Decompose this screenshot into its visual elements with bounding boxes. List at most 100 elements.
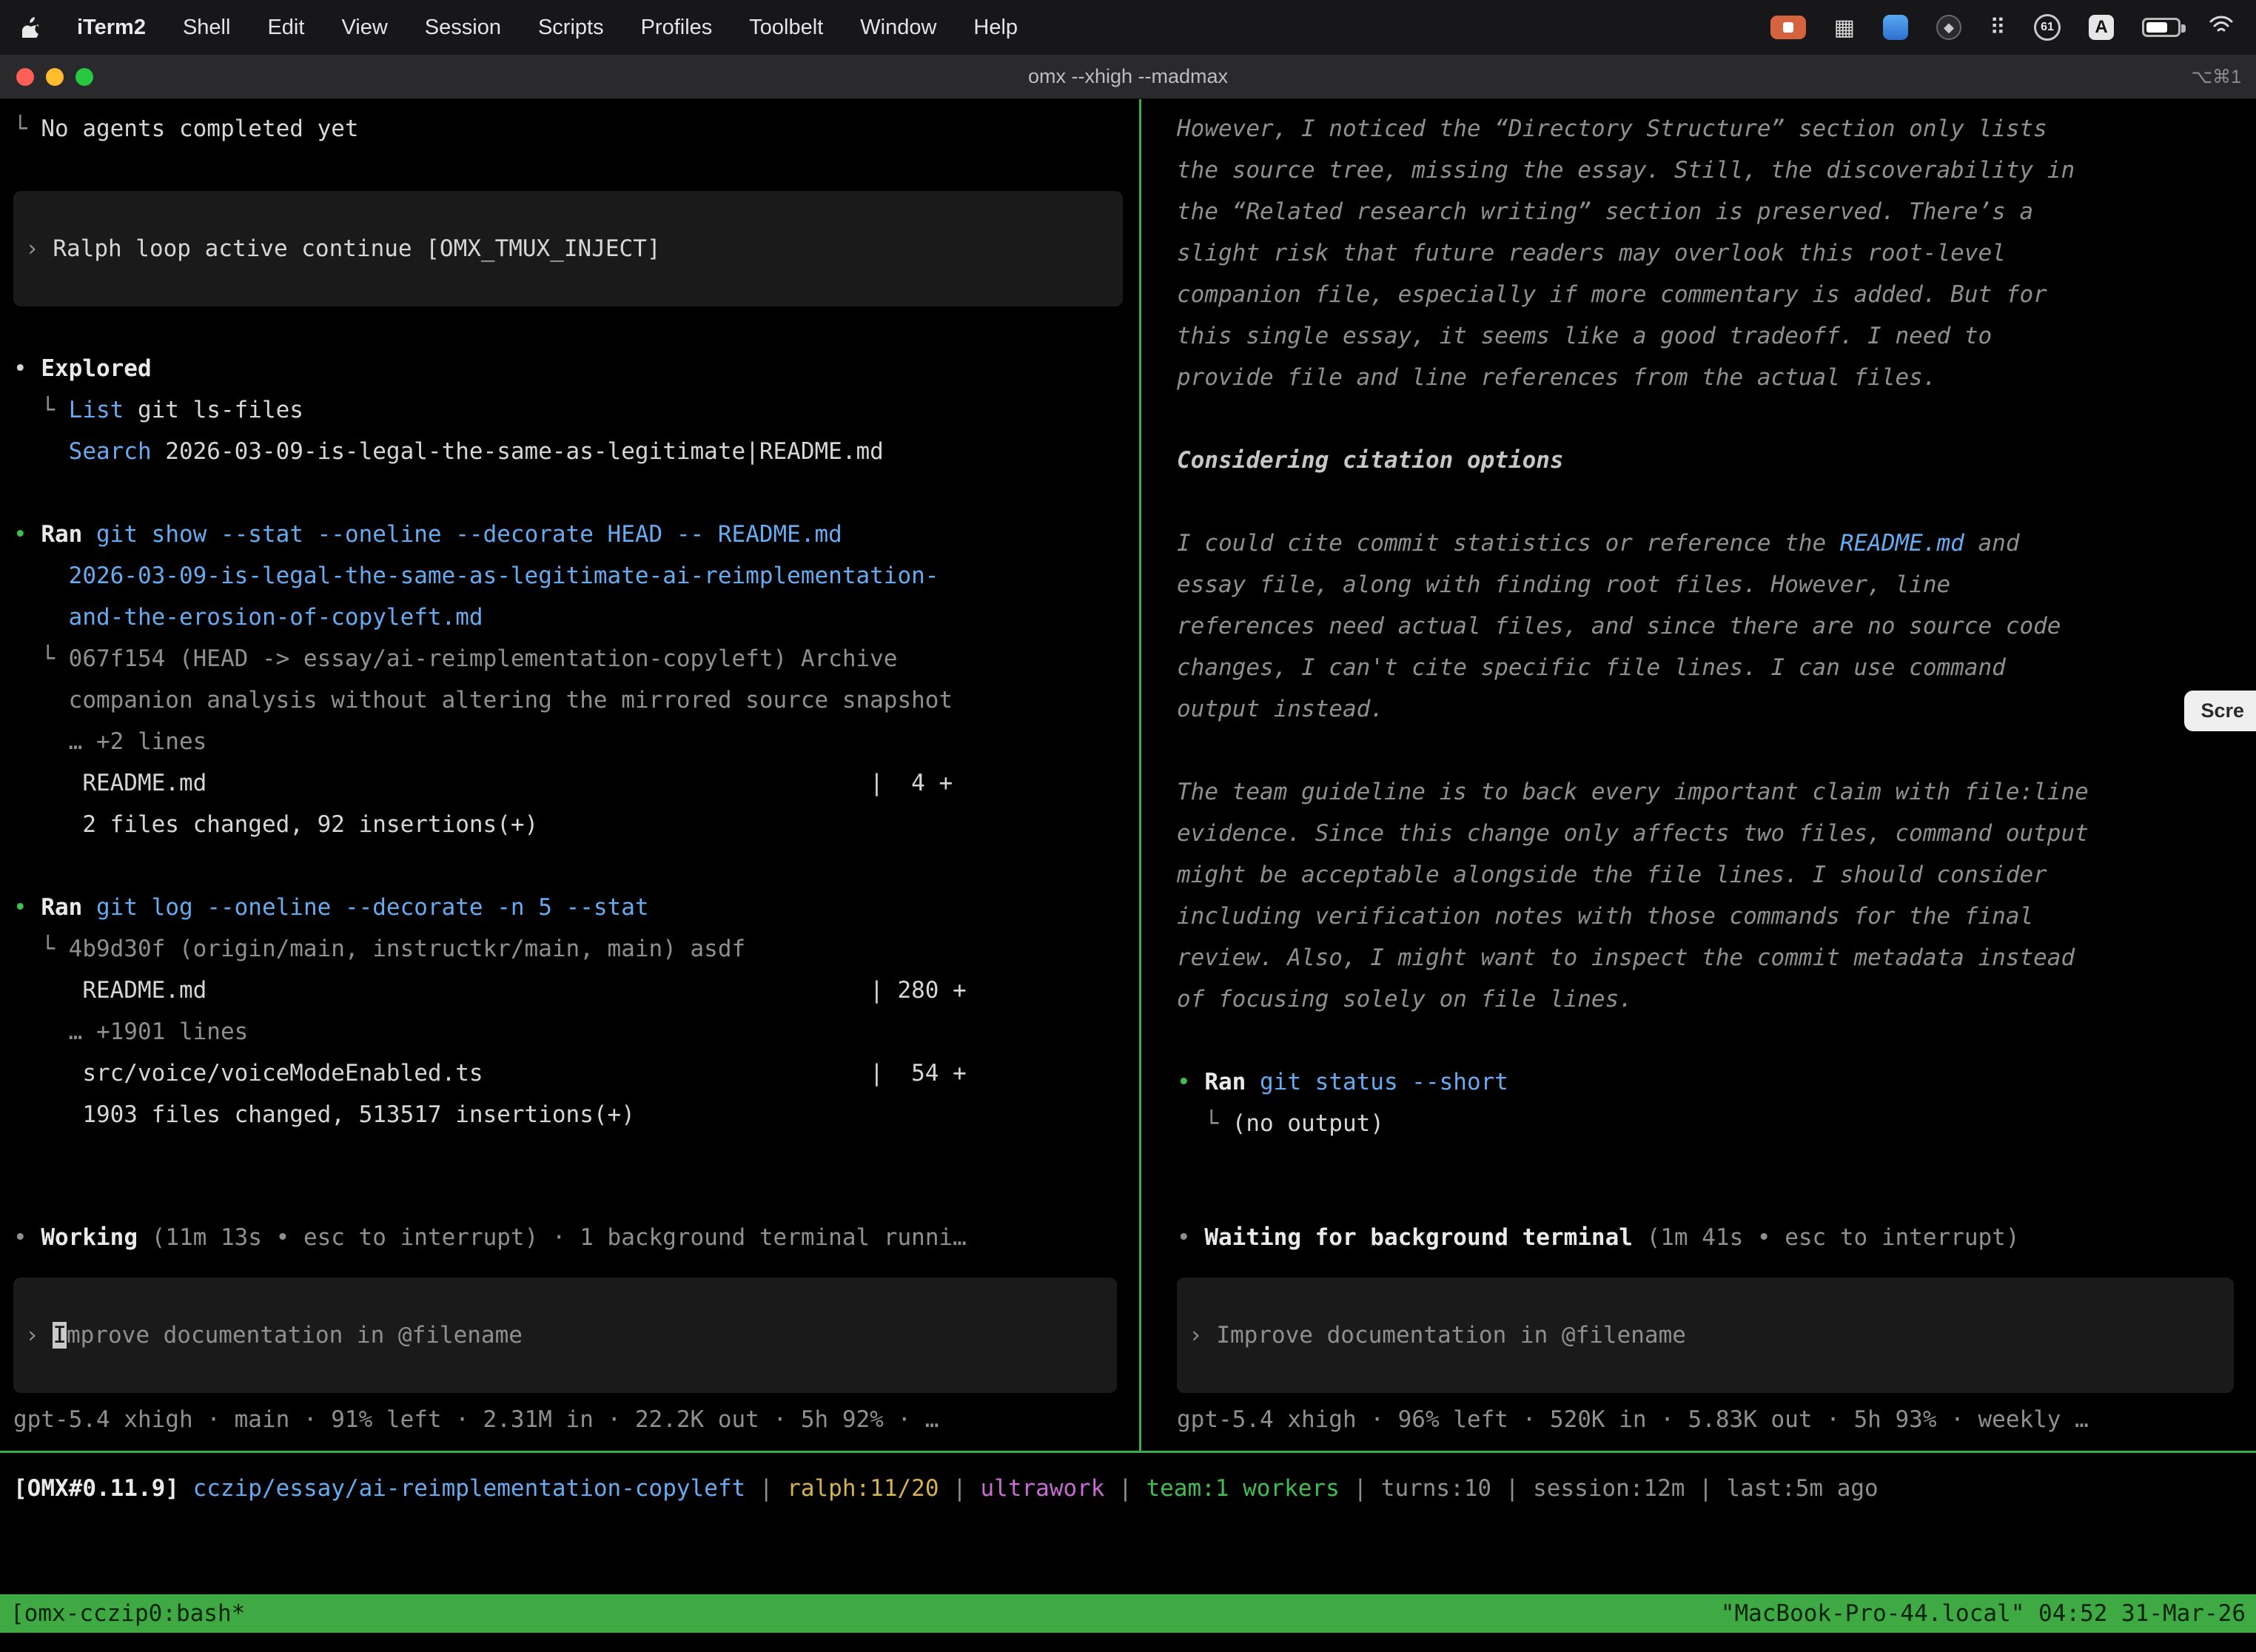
text-segment — [82, 521, 96, 548]
text-segment: changes, I can't cite specific file line… — [1177, 654, 2006, 681]
text-segment: • — [1177, 1224, 1204, 1251]
apple-menu-icon[interactable] — [22, 17, 40, 38]
menu-item-help[interactable]: Help — [973, 16, 1018, 40]
terminal-line: including verification notes with those … — [1177, 896, 2253, 937]
terminal-line: the source tree, missing the essay. Stil… — [1177, 150, 2253, 191]
terminal-line: essay file, along with finding root file… — [1177, 564, 2253, 605]
text-segment: └ — [13, 645, 69, 672]
text-segment: README.md — [1840, 530, 1964, 557]
ralph-loop-banner: › Ralph loop active continue [OMX_TMUX_I… — [13, 191, 1123, 306]
wifi-icon[interactable] — [2209, 15, 2234, 40]
battery-percent-icon[interactable]: 61 — [2034, 14, 2061, 41]
text-segment: [OMX#0.11.9] — [13, 1475, 193, 1502]
shortcuts-icon[interactable]: ◆ — [1936, 15, 1961, 40]
text-segment: 2026-03-09-is-legal-the-same-as-legitima… — [69, 563, 939, 589]
terminal-line: README.md | 280 + — [13, 970, 1136, 1011]
text-segment: essay file, along with finding root file… — [1177, 571, 1950, 598]
text-segment — [82, 894, 96, 921]
right-prompt-input[interactable]: › Improve documentation in @filename — [1177, 1277, 2234, 1393]
terminal-line: 2 files changed, 92 insertions(+) — [13, 804, 1136, 845]
terminal-line: companion file, especially if more comme… — [1177, 274, 2253, 315]
text-segment: › — [25, 1322, 53, 1349]
screen-share-button[interactable]: Scre — [2184, 691, 2256, 731]
text-segment: Ran — [1204, 1069, 1246, 1095]
text-segment: git show --stat --oneline --decorate HEA… — [96, 521, 842, 548]
terminal-line: … +2 lines — [13, 721, 1136, 762]
window-title-bar: omx --xhigh --madmax ⌥⌘1 — [0, 55, 2256, 99]
text-segment: Wor — [41, 1224, 82, 1251]
stop-square-icon — [1783, 22, 1793, 33]
text-segment: ting for background terminal — [1246, 1224, 1633, 1251]
menu-item-toolbelt[interactable]: Toolbelt — [749, 16, 823, 40]
menu-item-window[interactable]: Window — [860, 16, 936, 40]
text-segment: (11m 13s • esc to interrupt) · 1 backgro… — [152, 1224, 967, 1251]
raycast-icon[interactable] — [1883, 15, 1908, 40]
text-segment: | — [1491, 1475, 1533, 1502]
traffic-lights — [16, 68, 93, 86]
text-segment: The team guideline is to back every impo… — [1177, 779, 2089, 805]
text-segment: the “Related research writing” section i… — [1177, 198, 2033, 225]
text-segment: (no output) — [1232, 1110, 1384, 1137]
left-working-row: • Working (11m 13s • esc to interrupt) ·… — [13, 1217, 1136, 1258]
text-segment: output instead. — [1177, 696, 1384, 722]
text-segment: references need actual files, and since … — [1177, 613, 2061, 639]
menu-item-scripts[interactable]: Scripts — [538, 16, 604, 40]
text-segment: team:1 workers — [1146, 1475, 1339, 1502]
text-segment: gpt-5.4 xhigh · main · 91% left · 2.31M … — [13, 1406, 939, 1433]
passwords-grid-icon[interactable]: ▦ — [1834, 15, 1855, 41]
text-segment: README.md | 4 + — [13, 770, 953, 796]
left-prompt-input[interactable]: › Improve documentation in @filename — [13, 1277, 1117, 1393]
zoom-button[interactable] — [75, 68, 93, 86]
text-segment — [13, 604, 69, 631]
terminal-line: provide file and line references from th… — [1177, 357, 2253, 398]
text-segment: and — [1964, 530, 2020, 557]
text-segment: Ran — [41, 521, 82, 548]
text-segment: session:12m — [1533, 1475, 1685, 1502]
text-segment: turns:10 — [1381, 1475, 1491, 1502]
terminal-line: output instead. — [1177, 688, 2253, 730]
text-segment: git log --oneline --decorate -n 5 --stat — [96, 894, 649, 921]
terminal-line: • Explored — [13, 348, 1136, 389]
terminal-line — [13, 472, 1136, 514]
terminal-line: The team guideline is to back every impo… — [1177, 771, 2253, 813]
text-segment — [1633, 1224, 1647, 1251]
text-segment: provide file and line references from th… — [1177, 364, 1937, 391]
menu-item-profiles[interactable]: Profiles — [641, 16, 713, 40]
terminal-line — [13, 150, 1136, 191]
terminal-line: 1903 files changed, 513517 insertions(+) — [13, 1094, 1136, 1135]
screen-recording-stop-icon[interactable] — [1770, 16, 1806, 39]
terminal-line: might be acceptable alongside the file l… — [1177, 854, 2253, 896]
screen: iTerm2 Shell Edit View Session Scripts P… — [0, 0, 2256, 1652]
text-segment: List — [69, 397, 124, 423]
terminal-line — [13, 845, 1136, 887]
text-segment: └ — [1177, 1110, 1232, 1137]
menu-item-shell[interactable]: Shell — [183, 16, 231, 40]
terminal-line: └ 067f154 (HEAD -> essay/ai-reimplementa… — [13, 638, 1136, 679]
screen-mirroring-icon[interactable]: ⠿ — [1990, 15, 2006, 41]
input-source-icon[interactable]: A — [2089, 15, 2114, 40]
menu-item-edit[interactable]: Edit — [267, 16, 304, 40]
text-segment: (1m 41s • esc to interrupt) — [1647, 1224, 2020, 1251]
terminal-line: └ List git ls-files — [13, 389, 1136, 431]
minimize-button[interactable] — [46, 68, 64, 86]
bottom-strip — [0, 1633, 2256, 1652]
text-segment: 067f154 (HEAD -> essay/ai-reimplementati… — [69, 645, 898, 672]
text-segment: 2026-03-09-is-legal-the-same-as-legitima… — [152, 438, 884, 465]
text-segment: Considering citation options — [1177, 447, 1564, 474]
right-status-line: gpt-5.4 xhigh · 96% left · 520K in · 5.8… — [1177, 1399, 2253, 1440]
menu-item-session[interactable]: Session — [425, 16, 501, 40]
tmux-pane-right: However, I noticed the “Directory Struct… — [1141, 99, 2256, 1451]
terminal-line: • Ran git show --stat --oneline --decora… — [13, 514, 1136, 555]
text-segment: ralph:11/20 — [787, 1475, 939, 1502]
text-segment: | — [1340, 1475, 1381, 1502]
prompt-input-line: › Improve documentation in @filename — [25, 1314, 1105, 1356]
prompt-input-line: › Improve documentation in @filename — [1189, 1314, 2222, 1356]
waiting-indicator: • Waiting for background terminal (1m 41… — [1177, 1217, 2253, 1258]
terminal-line — [1177, 481, 2253, 523]
close-button[interactable] — [16, 68, 34, 86]
text-segment — [13, 563, 69, 589]
menu-item-view[interactable]: View — [341, 16, 387, 40]
text-segment: I — [53, 1322, 67, 1349]
battery-icon[interactable] — [2142, 18, 2181, 37]
menu-item-app[interactable]: iTerm2 — [77, 16, 146, 40]
